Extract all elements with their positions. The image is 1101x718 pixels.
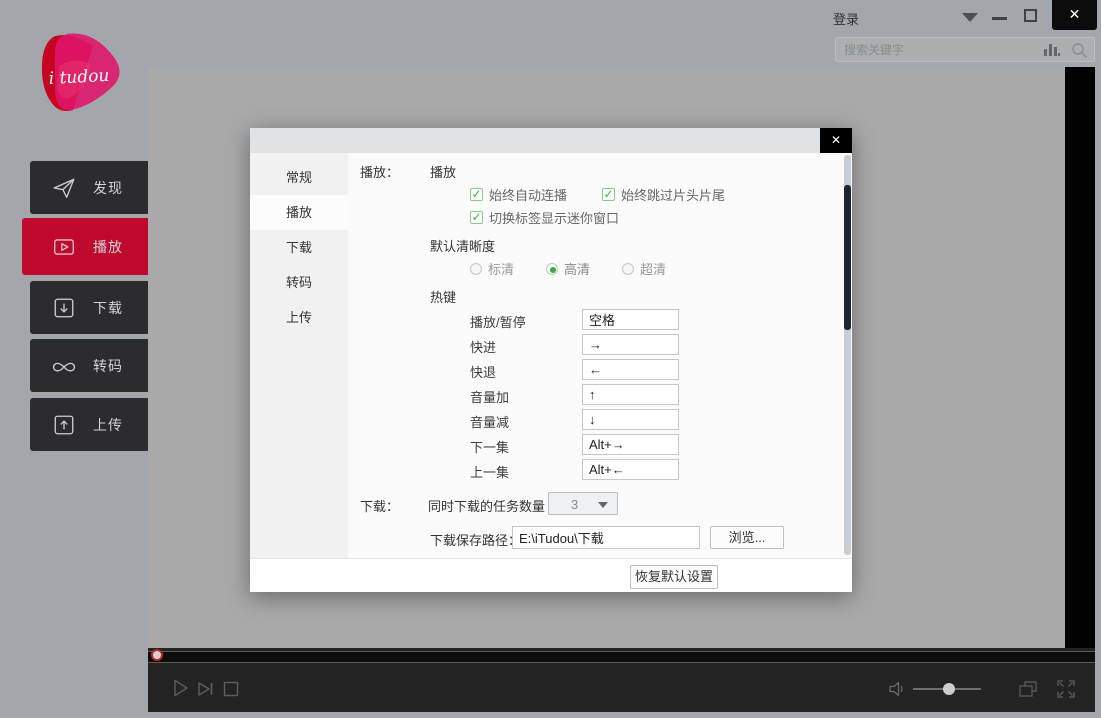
quality-title: 默认清晰度 <box>430 236 495 255</box>
app-window: 登录 ✕ i tudou 发现 <box>0 0 1101 718</box>
play-button[interactable] <box>168 676 192 700</box>
tab-download[interactable]: 下载 <box>250 230 348 265</box>
hotkey-input-forward[interactable] <box>582 334 679 355</box>
sidebar-item-play[interactable]: 播放 <box>22 218 162 275</box>
checkbox-check-icon: ✓ <box>470 211 483 224</box>
browse-button[interactable]: 浏览... <box>710 526 784 549</box>
radio-hd[interactable]: 高清 <box>546 259 590 278</box>
concurrent-tasks-select[interactable]: 3 <box>548 492 618 515</box>
hotkey-label-prev-episode: 上一集 <box>470 462 509 481</box>
maximize-icon[interactable] <box>1024 9 1037 22</box>
hotkey-input-rewind[interactable] <box>582 359 679 380</box>
popout-icon[interactable] <box>1016 677 1040 701</box>
radio-label: 标清 <box>488 259 514 278</box>
download-group-label: 下载： <box>360 496 399 515</box>
volume-thumb[interactable] <box>943 683 955 695</box>
checkbox-check-icon: ✓ <box>602 188 615 201</box>
hotkey-label-rewind: 快退 <box>470 362 496 381</box>
sidebar-item-label: 播放 <box>93 237 123 257</box>
dialog-tab-list: 常规 播放 下载 转码 上传 <box>250 153 348 558</box>
close-icon[interactable]: ✕ <box>1052 0 1097 30</box>
dialog-scrollbar[interactable] <box>844 155 851 555</box>
sidebar-item-label: 转码 <box>93 356 123 376</box>
hotkey-label-next-episode: 下一集 <box>470 437 509 456</box>
player-control-bar <box>148 648 1095 712</box>
concurrent-tasks-value: 3 <box>571 497 578 512</box>
chevron-down-icon <box>598 502 608 508</box>
itudou-logo[interactable]: i tudou <box>33 26 131 124</box>
radio-label: 高清 <box>564 259 590 278</box>
sidebar-item-label: 上传 <box>93 415 123 435</box>
upload-icon <box>52 413 76 437</box>
checkbox-mini-window[interactable]: ✓ 切换标签显示迷你窗口 <box>470 208 619 227</box>
radio-uhd[interactable]: 超清 <box>622 259 666 278</box>
dropdown-triangle-icon[interactable] <box>962 13 978 22</box>
magnifier-icon[interactable] <box>1071 42 1088 59</box>
sidebar-item-label: 下载 <box>93 298 123 318</box>
restore-defaults-button[interactable]: 恢复默认设置 <box>630 565 718 589</box>
checkbox-label: 切换标签显示迷你窗口 <box>489 208 619 227</box>
dialog-header[interactable] <box>250 128 852 153</box>
dialog-close-icon[interactable]: ✕ <box>820 128 852 153</box>
hotkey-label-volume-up: 音量加 <box>470 387 509 406</box>
save-path-input[interactable] <box>512 526 700 549</box>
infinity-icon <box>52 354 76 378</box>
tab-general[interactable]: 常规 <box>250 160 348 195</box>
hotkeys-title: 热键 <box>430 287 456 306</box>
login-link[interactable]: 登录 <box>833 9 859 28</box>
concurrent-tasks-label: 同时下载的任务数量 <box>428 496 545 515</box>
download-icon <box>52 296 76 320</box>
hotkey-input-prev-episode[interactable] <box>582 459 679 480</box>
sidebar-item-upload[interactable]: 上传 <box>30 398 150 451</box>
play-icon <box>52 235 76 259</box>
radio-icon <box>470 263 482 275</box>
play-group-label: 播放： <box>360 162 399 181</box>
fullscreen-icon[interactable] <box>1054 677 1078 701</box>
checkbox-label: 始终自动连播 <box>489 185 567 204</box>
checkbox-autoplay[interactable]: ✓ 始终自动连播 <box>470 185 567 204</box>
stop-button[interactable] <box>220 678 242 700</box>
progress-knob[interactable] <box>151 649 163 661</box>
radio-sd[interactable]: 标清 <box>470 259 514 278</box>
checkbox-check-icon: ✓ <box>470 188 483 201</box>
hotkey-input-volume-up[interactable] <box>582 384 679 405</box>
radio-label: 超清 <box>640 259 666 278</box>
hotkey-input-playpause[interactable] <box>582 309 679 330</box>
search-bar <box>835 37 1095 62</box>
sidebar-item-discover[interactable]: 发现 <box>30 161 150 214</box>
sidebar-item-label: 发现 <box>93 178 123 198</box>
dialog-scrollbar-thumb[interactable] <box>844 185 851 330</box>
tab-upload[interactable]: 上传 <box>250 300 348 335</box>
svg-text:i tudou: i tudou <box>48 66 110 89</box>
play-section-title: 播放 <box>430 162 456 181</box>
hotkey-label-playpause: 播放/暂停 <box>470 312 526 331</box>
checkbox-label: 始终跳过片头片尾 <box>621 185 725 204</box>
hotkey-label-volume-down: 音量减 <box>470 412 509 431</box>
dialog-footer: 恢复默认设置 <box>250 558 852 592</box>
stage-right-panel <box>1065 67 1095 648</box>
hotkey-input-next-episode[interactable] <box>582 434 679 455</box>
volume-slider[interactable] <box>913 688 981 690</box>
tab-playback[interactable]: 播放 <box>250 195 348 230</box>
minimize-icon[interactable] <box>992 17 1007 20</box>
sidebar-item-download[interactable]: 下载 <box>30 281 150 334</box>
next-button[interactable] <box>195 678 217 700</box>
hotkey-input-volume-down[interactable] <box>582 409 679 430</box>
bar-chart-icon[interactable] <box>1044 44 1060 56</box>
checkbox-skip-intro[interactable]: ✓ 始终跳过片头片尾 <box>602 185 725 204</box>
paper-plane-icon <box>52 176 76 200</box>
radio-icon <box>622 263 634 275</box>
hotkey-label-forward: 快进 <box>470 337 496 356</box>
volume-icon[interactable] <box>886 678 908 700</box>
search-input[interactable] <box>836 38 1036 61</box>
sidebar-item-transcode[interactable]: 转码 <box>30 339 150 392</box>
save-path-label: 下载保存路径： <box>430 530 521 549</box>
tab-transcode[interactable]: 转码 <box>250 265 348 300</box>
seek-bar[interactable] <box>148 651 1095 663</box>
settings-dialog: ✕ 常规 播放 下载 转码 上传 播放： 播放 ✓ 始终自动连播 ✓ 始终跳过片… <box>250 128 852 592</box>
radio-icon <box>546 263 558 275</box>
